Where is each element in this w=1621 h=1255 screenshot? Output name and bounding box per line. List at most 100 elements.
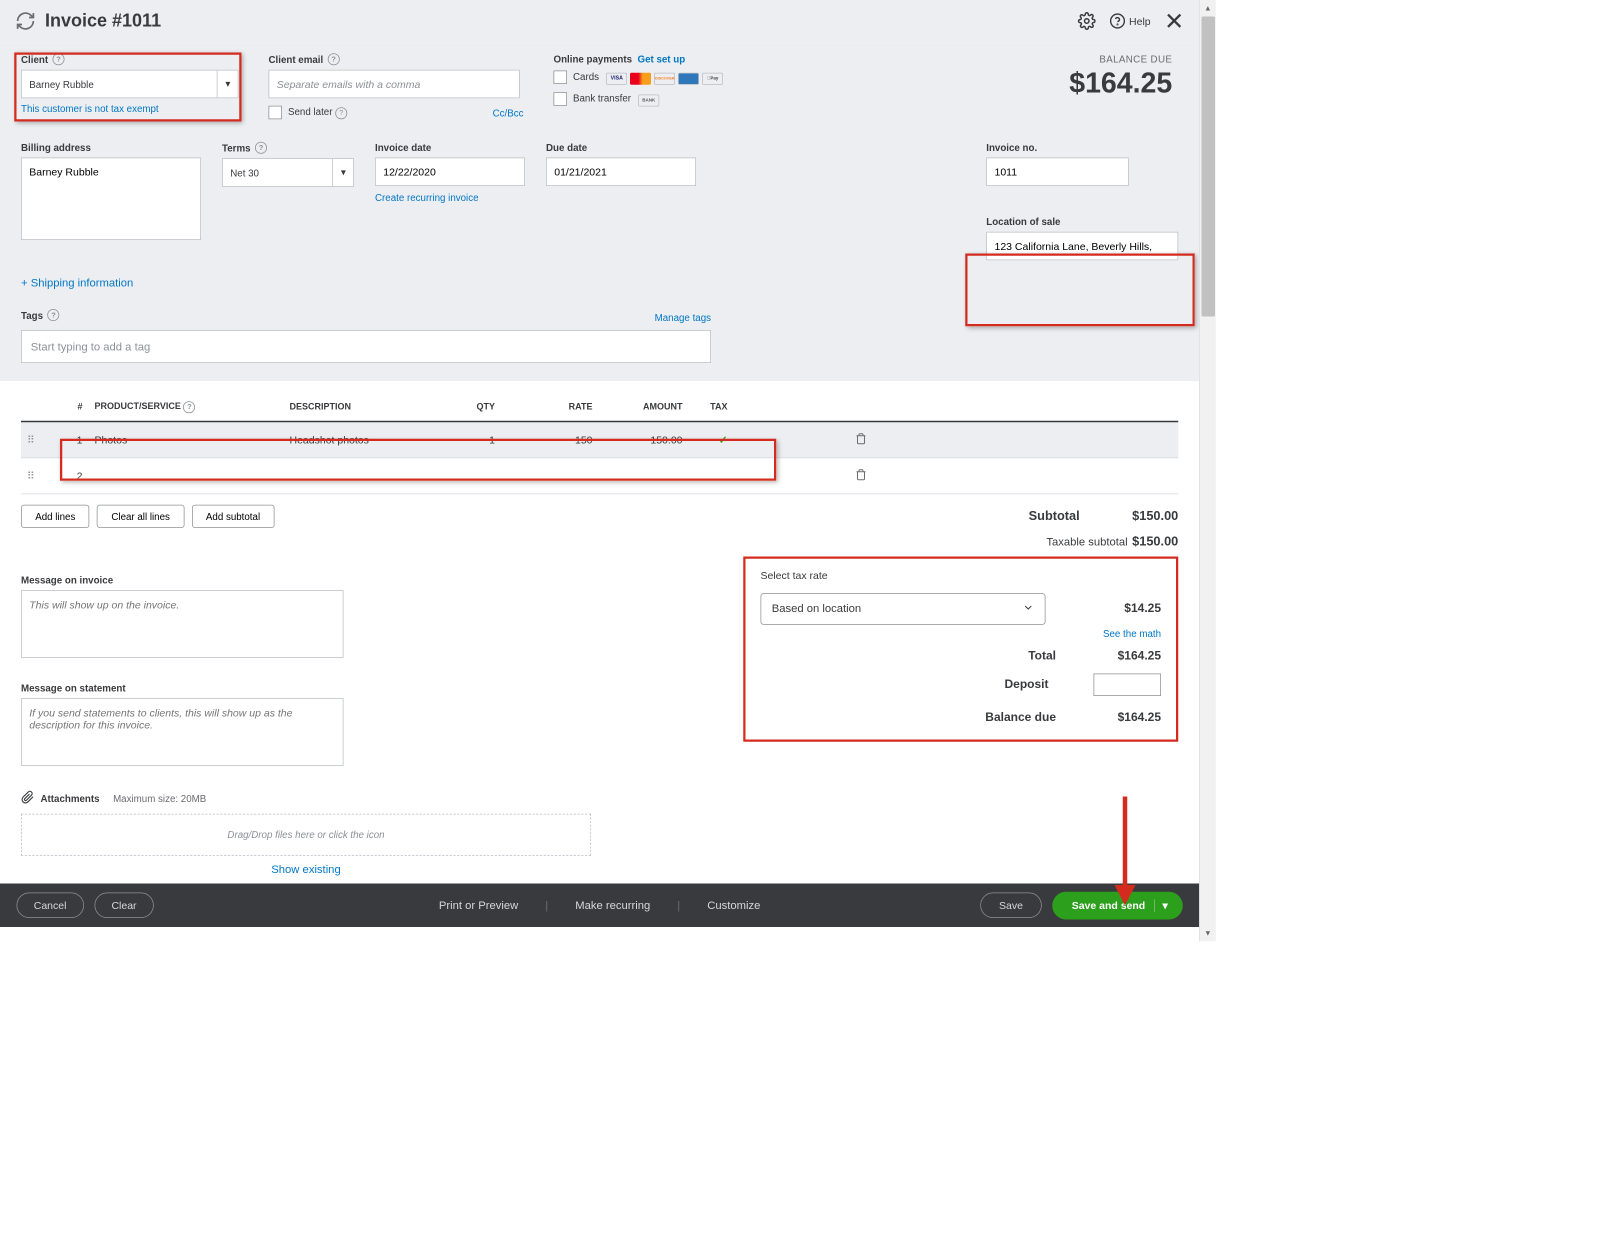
- invoiceno-label: Invoice no.: [986, 142, 1178, 153]
- recurring-link[interactable]: Create recurring invoice: [375, 192, 525, 203]
- chevron-down-icon: ▾: [1154, 899, 1168, 912]
- help-icon[interactable]: ?: [328, 53, 340, 65]
- col-amount: AMOUNT: [599, 393, 689, 421]
- col-tax: TAX: [689, 393, 734, 421]
- tax-check-icon[interactable]: ✓: [719, 433, 728, 445]
- email-input[interactable]: [269, 70, 520, 99]
- help-icon[interactable]: ?: [53, 53, 65, 65]
- invoiceno-input[interactable]: [986, 158, 1129, 187]
- help-icon[interactable]: ?: [335, 107, 347, 119]
- balance-due-label: Balance due: [985, 711, 1056, 725]
- row-rate[interactable]: [501, 458, 599, 494]
- row-amount[interactable]: [599, 458, 689, 494]
- billing-textarea[interactable]: [21, 158, 201, 241]
- row-desc[interactable]: Headshot photos: [284, 421, 449, 457]
- attachment-icon[interactable]: [21, 790, 35, 806]
- settings-button[interactable]: [1078, 12, 1096, 30]
- row-product[interactable]: [89, 458, 284, 494]
- total-label: Total: [1028, 649, 1056, 663]
- drag-handle[interactable]: ⠿: [21, 458, 51, 494]
- due-date-input[interactable]: [546, 158, 696, 187]
- tax-exempt-note[interactable]: This customer is not tax exempt: [21, 103, 246, 114]
- chevron-down-icon: [1022, 601, 1034, 616]
- make-recurring-link[interactable]: Make recurring: [575, 899, 650, 912]
- col-num: #: [51, 393, 89, 421]
- trash-icon[interactable]: [855, 471, 867, 483]
- trash-icon[interactable]: [855, 435, 867, 447]
- chevron-down-icon: ▾: [217, 71, 230, 98]
- cards-checkbox[interactable]: [554, 71, 568, 85]
- taxable-sub-value: $150.00: [1132, 534, 1178, 548]
- save-button[interactable]: Save: [980, 893, 1041, 919]
- clear-lines-button[interactable]: Clear all lines: [97, 504, 184, 527]
- scroll-up-icon[interactable]: ▲: [1200, 0, 1216, 17]
- invoice-date-input[interactable]: [375, 158, 525, 187]
- row-rate[interactable]: 150: [501, 421, 599, 457]
- card-icons: VISA DISCOVER Pay: [606, 73, 723, 85]
- setup-link[interactable]: Get set up: [637, 53, 685, 64]
- customize-link[interactable]: Customize: [707, 899, 760, 912]
- help-icon[interactable]: ?: [255, 142, 267, 154]
- tax-rate-title: Select tax rate: [761, 569, 1162, 581]
- cards-label: Cards: [573, 71, 599, 82]
- location-input[interactable]: [986, 232, 1178, 261]
- manage-tags-link[interactable]: Manage tags: [655, 312, 711, 323]
- scrollbar-thumb[interactable]: [1202, 17, 1216, 317]
- attachments-label: Attachments: [41, 792, 100, 803]
- attachments-hint: Maximum size: 20MB: [113, 792, 206, 803]
- scroll-down-icon[interactable]: ▼: [1200, 925, 1216, 942]
- see-math-link[interactable]: See the math: [761, 627, 1162, 638]
- scrollbar[interactable]: ▲ ▼: [1199, 0, 1216, 941]
- recurring-icon: [15, 11, 36, 32]
- terms-label: Terms: [222, 142, 251, 153]
- save-send-button[interactable]: Save and send ▾: [1052, 891, 1183, 919]
- print-link[interactable]: Print or Preview: [439, 899, 518, 912]
- clear-button[interactable]: Clear: [94, 893, 154, 919]
- close-button[interactable]: ✕: [1164, 9, 1184, 33]
- row-tax[interactable]: [689, 458, 734, 494]
- row-qty[interactable]: [449, 458, 502, 494]
- msg-invoice-label: Message on invoice: [21, 574, 591, 585]
- row-num: 1: [51, 421, 89, 457]
- drag-handle[interactable]: ⠿: [21, 421, 51, 457]
- msg-invoice-textarea[interactable]: [21, 590, 344, 658]
- client-select[interactable]: Barney Rubble ▾: [21, 70, 239, 99]
- location-label: Location of sale: [986, 216, 1178, 227]
- col-qty: QTY: [449, 393, 502, 421]
- balance-label: BALANCE DUE: [1069, 53, 1172, 64]
- attachment-dropzone[interactable]: Drag/Drop files here or click the icon: [21, 813, 591, 855]
- cancel-button[interactable]: Cancel: [17, 893, 84, 919]
- send-later-checkbox[interactable]: [269, 106, 283, 120]
- terms-select[interactable]: Net 30 ▾: [222, 158, 354, 187]
- add-subtotal-button[interactable]: Add subtotal: [192, 504, 275, 527]
- deposit-input[interactable]: [1094, 673, 1162, 696]
- tax-rate-select[interactable]: Based on location: [761, 593, 1046, 625]
- tags-input[interactable]: [21, 330, 711, 363]
- invoice-date-label: Invoice date: [375, 142, 525, 153]
- subtotal-value: $150.00: [1132, 509, 1178, 524]
- help-icon[interactable]: ?: [48, 309, 60, 321]
- payments-label: Online payments: [554, 53, 633, 64]
- client-value: Barney Rubble: [29, 78, 94, 89]
- help-icon[interactable]: ?: [183, 401, 195, 413]
- row-desc[interactable]: [284, 458, 449, 494]
- row-qty[interactable]: 1: [449, 421, 502, 457]
- col-rate: RATE: [501, 393, 599, 421]
- col-desc: DESCRIPTION: [284, 393, 449, 421]
- add-lines-button[interactable]: Add lines: [21, 504, 90, 527]
- balance-due-value: $164.25: [1101, 711, 1161, 725]
- row-amount[interactable]: 150.00: [599, 421, 689, 457]
- save-send-label: Save and send: [1072, 899, 1146, 911]
- email-label: Client email: [269, 54, 324, 65]
- row-product[interactable]: Photos: [89, 421, 284, 457]
- ccbcc-link[interactable]: Cc/Bcc: [493, 107, 524, 118]
- terms-value: Net 30: [230, 167, 259, 178]
- shipping-link[interactable]: + Shipping information: [21, 277, 133, 290]
- help-button[interactable]: Help: [1110, 13, 1151, 30]
- chevron-down-icon: ▾: [333, 159, 346, 186]
- msg-statement-textarea[interactable]: [21, 698, 344, 766]
- bank-checkbox[interactable]: [554, 92, 568, 106]
- show-existing-link[interactable]: Show existing: [21, 863, 591, 876]
- col-product: PRODUCT/SERVICE: [95, 401, 181, 412]
- taxable-sub-label: Taxable subtotal: [1046, 535, 1127, 548]
